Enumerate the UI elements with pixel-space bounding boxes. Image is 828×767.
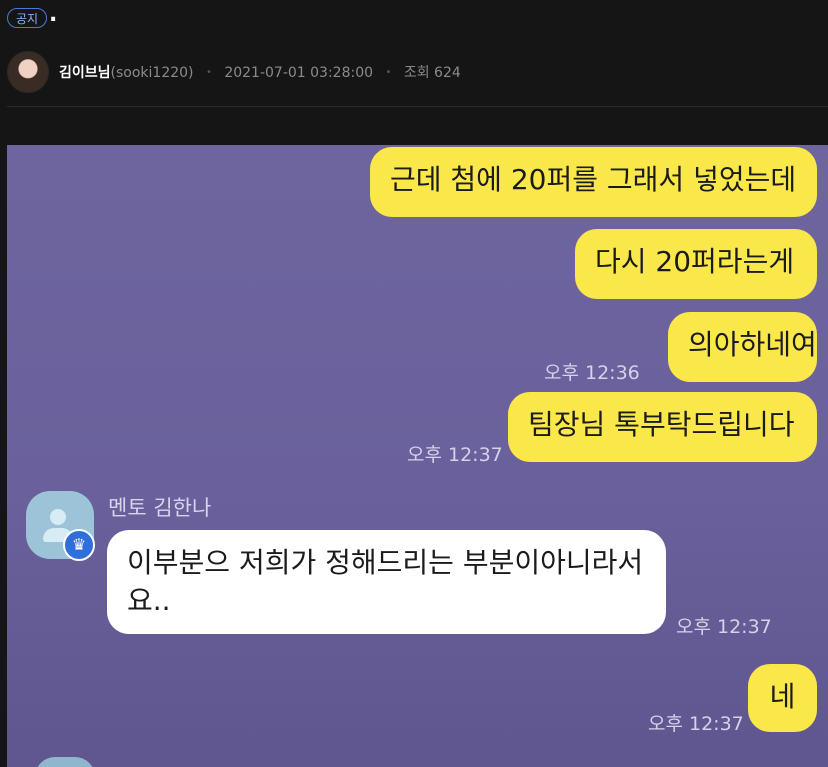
incoming-message: 이부분으 저희가 정해드리는 부분이아니라서요.. xyxy=(107,530,666,634)
post-meta: 김이브님(sooki1220) • 2021-07-01 03:28:00 • … xyxy=(59,62,461,82)
message-time: 오후 12:37 xyxy=(407,444,503,466)
post-header: 공지 . 김이브님(sooki1220) • 2021-07-01 03:28:… xyxy=(0,0,828,108)
default-profile-icon xyxy=(50,509,66,525)
sender-avatar[interactable]: ♛ xyxy=(26,491,95,561)
outgoing-message: 팀장님 톡부탁드립니다 xyxy=(508,392,817,462)
crown-icon: ♛ xyxy=(63,529,95,561)
outgoing-message: 네 xyxy=(748,664,817,732)
outgoing-message: 의아하네여 xyxy=(668,312,817,382)
view-count: 조회 624 xyxy=(403,65,461,81)
meta-separator: • xyxy=(385,67,392,78)
notice-badge: 공지 xyxy=(7,8,48,28)
message-time: 오후 12:36 xyxy=(544,362,640,384)
sender-name: 멘토 김한나 xyxy=(108,496,212,520)
divider xyxy=(7,106,828,107)
outgoing-message: 다시 20퍼라는게 xyxy=(575,229,817,299)
message-time: 오후 12:37 xyxy=(676,616,772,638)
post-datetime: 2021-07-01 03:28:00 xyxy=(224,65,374,81)
sender-avatar-partial xyxy=(35,757,95,767)
meta-separator: • xyxy=(205,67,212,78)
author-avatar[interactable] xyxy=(7,51,49,93)
message-time: 오후 12:37 xyxy=(648,713,744,735)
author-name[interactable]: 김이브님 xyxy=(59,65,111,81)
outgoing-message: 근데 첨에 20퍼를 그래서 넣었는데 xyxy=(370,147,817,217)
chat-screenshot: 근데 첨에 20퍼를 그래서 넣었는데 다시 20퍼라는게 의아하네여 오후 1… xyxy=(7,145,828,767)
post-title: . xyxy=(49,2,58,27)
author-id: (sooki1220) xyxy=(110,65,194,81)
